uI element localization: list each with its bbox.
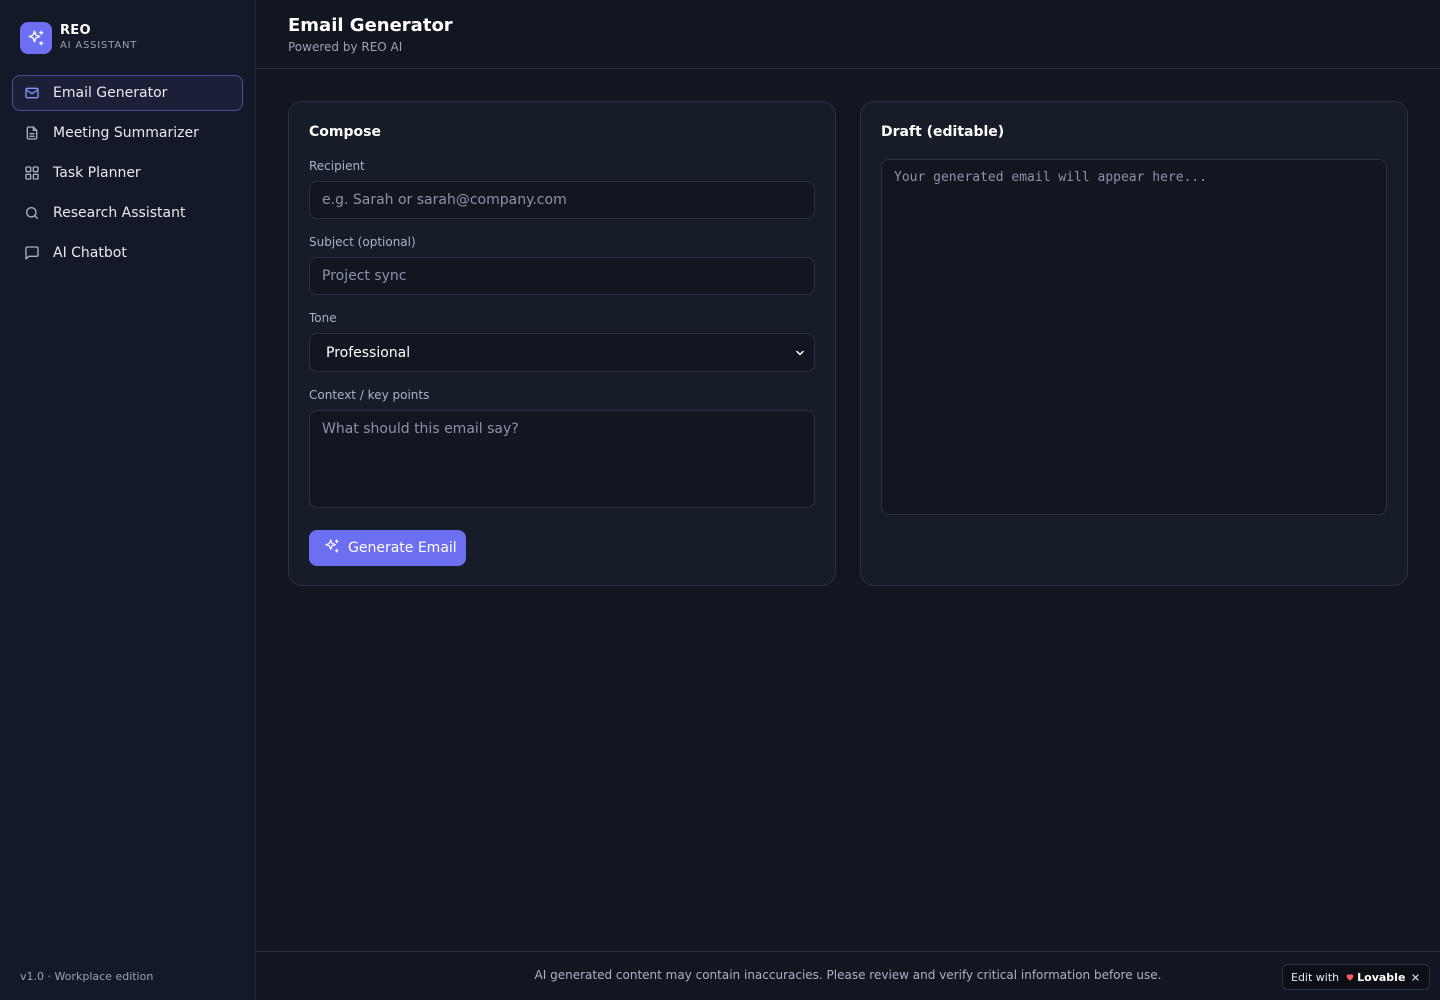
sidebar: REO AI ASSISTANT Email Generator Meeting… — [0, 0, 256, 1000]
recipient-input[interactable] — [309, 181, 815, 219]
lovable-badge: Edit with Lovable — [1282, 964, 1430, 990]
heart-icon — [1345, 972, 1355, 982]
chevron-down-icon — [794, 347, 806, 359]
tone-select[interactable]: Professional — [309, 333, 815, 372]
recipient-label: Recipient — [309, 159, 365, 173]
page-subtitle: Powered by REO AI — [288, 40, 403, 54]
draft-title: Draft (editable) — [881, 124, 1005, 140]
footer: AI generated content may contain inaccur… — [256, 951, 1440, 1000]
draft-card: Draft (editable) — [860, 101, 1408, 586]
sidebar-item-meeting-summarizer[interactable]: Meeting Summarizer — [12, 115, 243, 151]
generate-email-button[interactable]: Generate Email — [309, 530, 466, 566]
sidebar-item-task-planner[interactable]: Task Planner — [12, 155, 243, 191]
mail-icon — [24, 85, 40, 101]
badge-brand: Lovable — [1357, 970, 1406, 984]
ai-disclaimer: AI generated content may contain inaccur… — [534, 968, 1162, 982]
sidebar-item-label: AI Chatbot — [53, 245, 127, 261]
sidebar-item-label: Research Assistant — [53, 205, 186, 221]
sidebar-item-label: Task Planner — [53, 165, 141, 181]
sidebar-item-ai-chatbot[interactable]: AI Chatbot — [12, 235, 243, 271]
sidebar-item-research-assistant[interactable]: Research Assistant — [12, 195, 243, 231]
tone-select-value: Professional — [326, 344, 411, 361]
subject-label: Subject (optional) — [309, 235, 416, 249]
sidebar-item-label: Meeting Summarizer — [53, 125, 199, 141]
compose-title: Compose — [309, 124, 381, 140]
grid-icon — [24, 165, 40, 181]
brand-subtitle: AI ASSISTANT — [60, 40, 138, 51]
tone-label: Tone — [309, 311, 337, 325]
chat-icon — [24, 245, 40, 261]
document-icon — [24, 125, 40, 141]
version-label: v1.0 · Workplace edition — [20, 970, 154, 983]
sidebar-item-email-generator[interactable]: Email Generator — [12, 75, 243, 111]
brand[interactable]: REO AI ASSISTANT — [20, 22, 137, 54]
page-header: Email Generator Powered by REO AI — [256, 0, 1440, 69]
sparkles-icon — [324, 538, 340, 558]
sidebar-nav: Email Generator Meeting Summarizer Task … — [12, 75, 243, 275]
draft-textarea[interactable] — [881, 159, 1387, 515]
context-textarea[interactable] — [309, 410, 815, 508]
generate-email-label: Generate Email — [348, 540, 457, 556]
subject-input[interactable] — [309, 257, 815, 295]
badge-prefix: Edit with — [1291, 970, 1340, 984]
context-label: Context / key points — [309, 388, 430, 402]
close-icon[interactable] — [1411, 972, 1421, 982]
brand-name: REO — [60, 23, 91, 38]
compose-card: Compose Recipient Subject (optional) Ton… — [288, 101, 836, 586]
sidebar-item-label: Email Generator — [53, 85, 168, 101]
page-title: Email Generator — [288, 15, 453, 36]
search-icon — [24, 205, 40, 221]
edit-with-lovable-link[interactable]: Edit with Lovable — [1291, 971, 1405, 984]
sparkles-icon — [20, 22, 52, 54]
